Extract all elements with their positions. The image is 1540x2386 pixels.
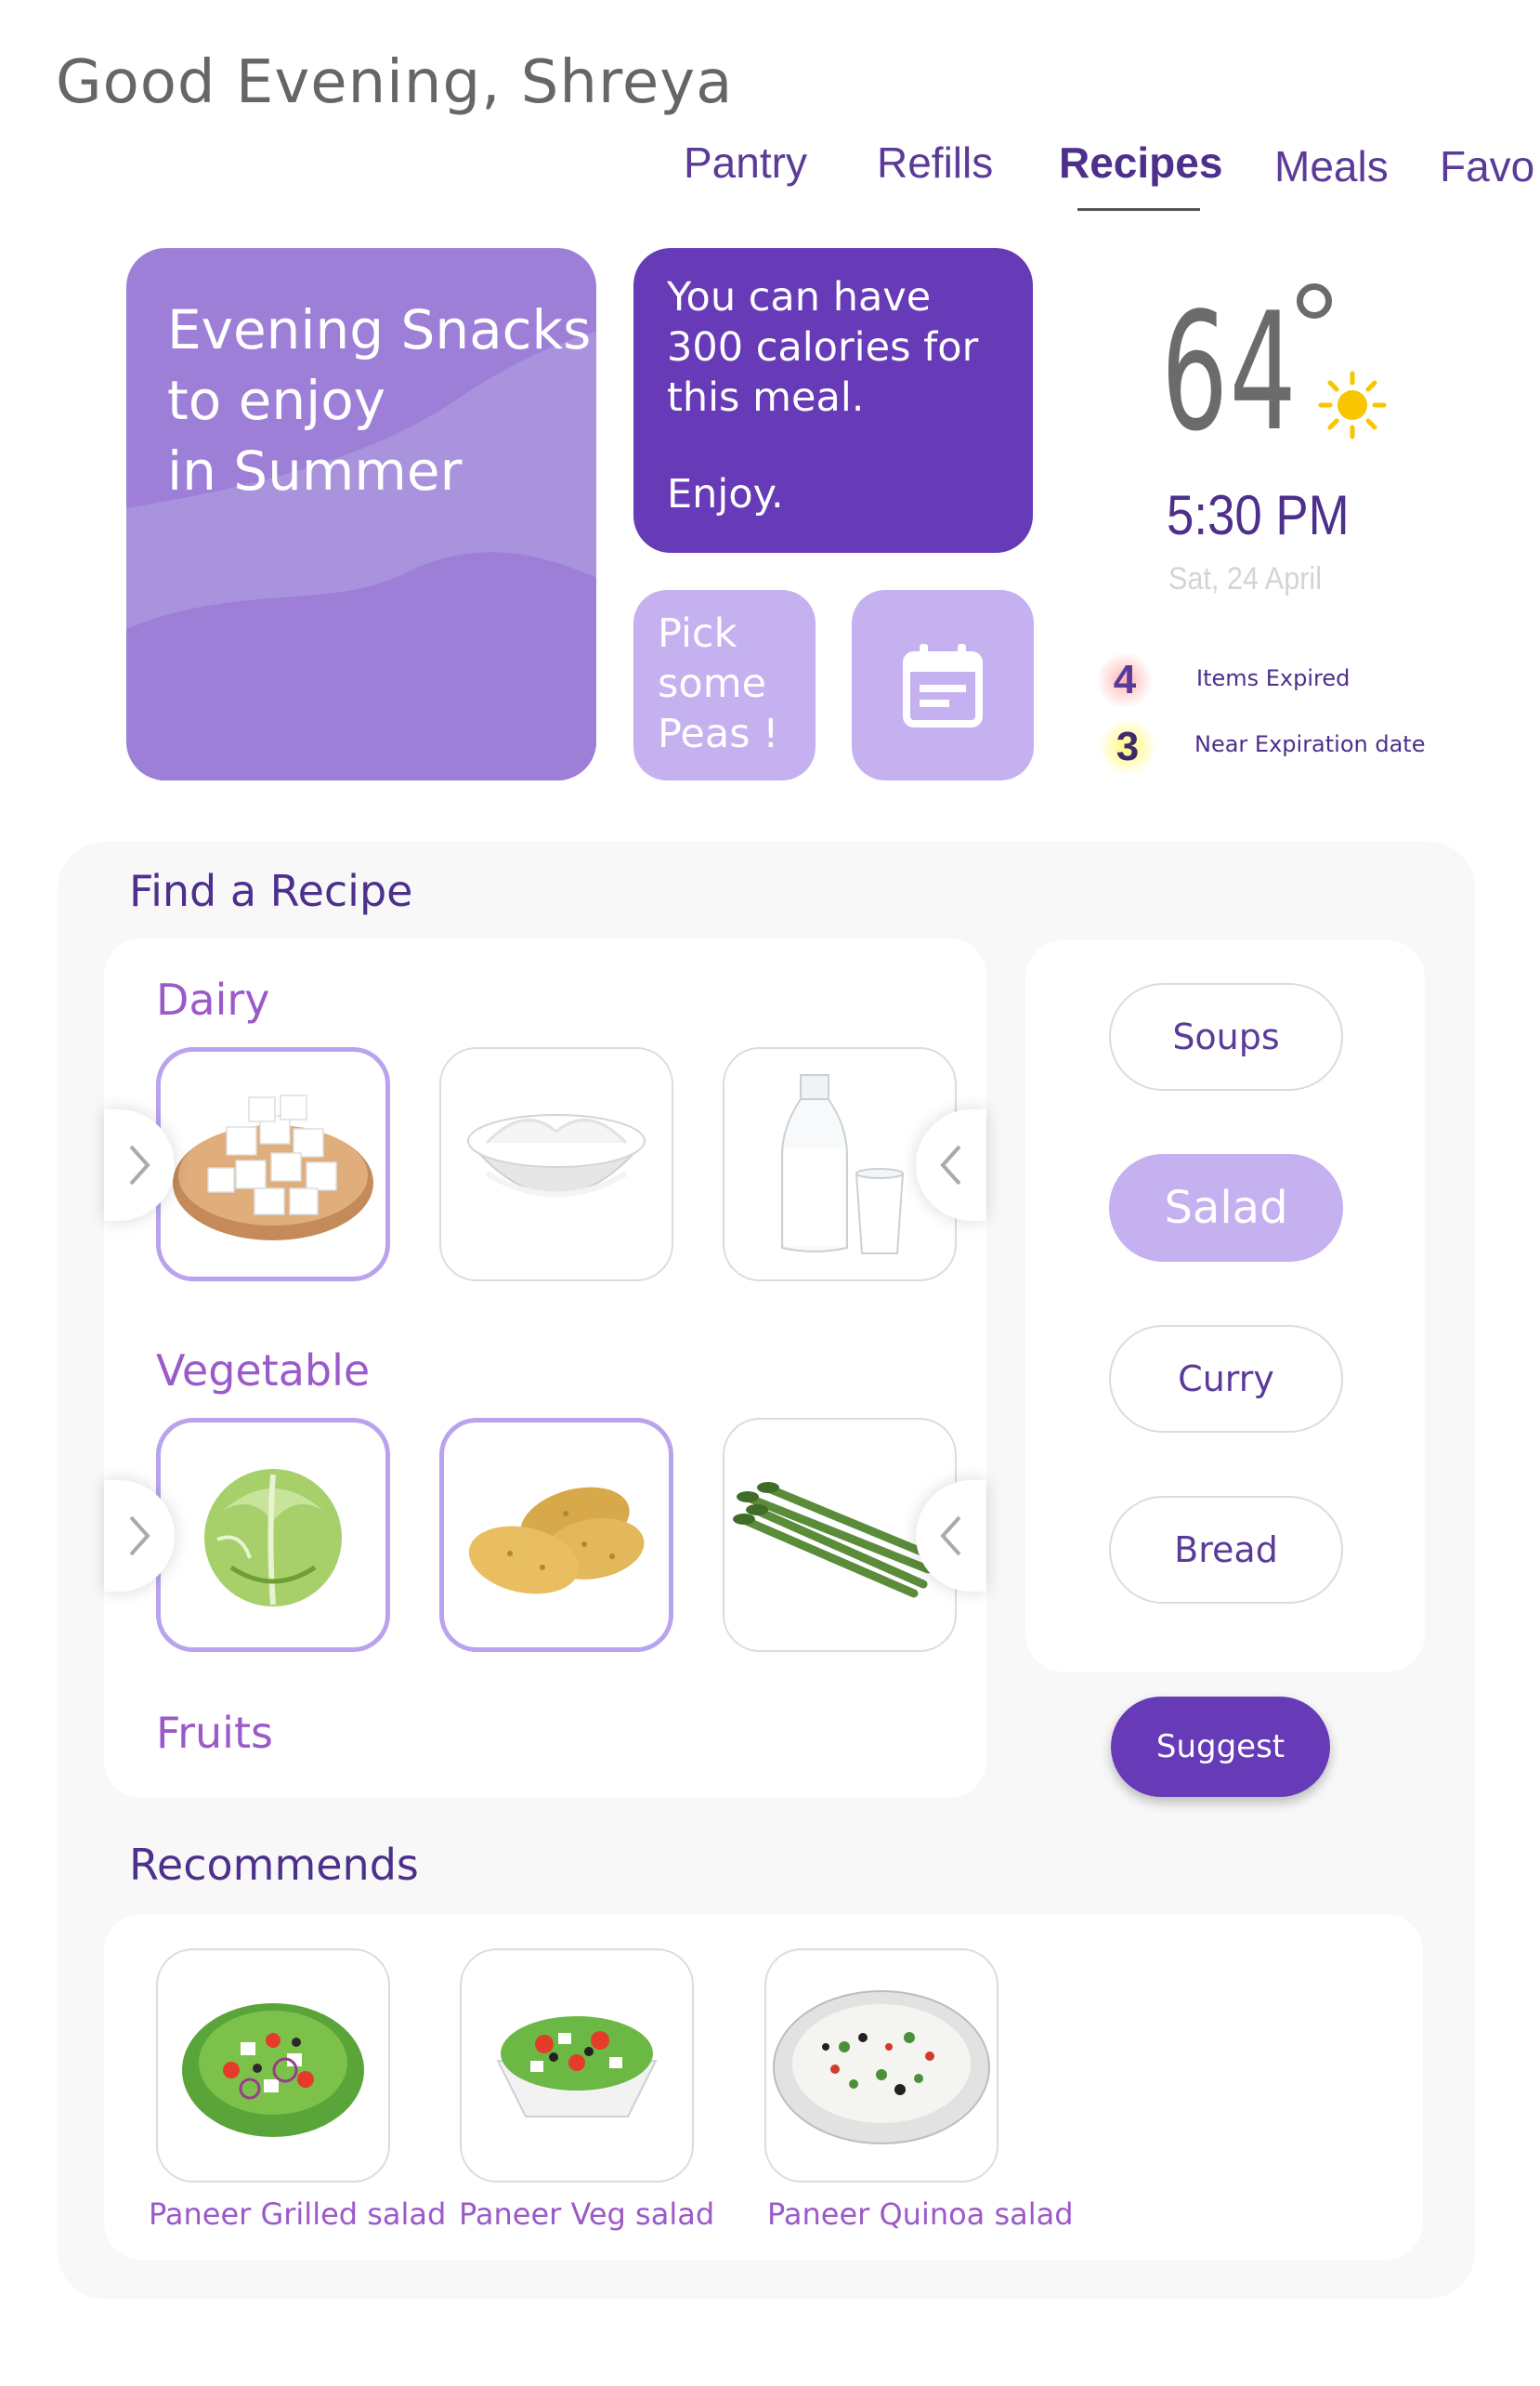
calorie-text: You can have: [667, 274, 932, 321]
promo-title: Evening Snacks to enjoy in Summer: [167, 295, 591, 506]
cabbage-image: [204, 1469, 342, 1606]
expired-count-badge[interactable]: 4: [1097, 652, 1153, 708]
expired-label[interactable]: Items Expired: [1196, 665, 1350, 691]
tab-favorites[interactable]: Favo: [1440, 141, 1534, 191]
calorie-text: 300 calories for: [667, 324, 979, 371]
filter-soups-button[interactable]: Soups: [1109, 983, 1343, 1091]
promo-line: to enjoy: [167, 369, 386, 432]
recommends-title: Recommends: [129, 1840, 419, 1890]
calorie-card[interactable]: You can have 300 calories for this meal.…: [633, 248, 1033, 553]
chevron-right-icon: [129, 1515, 150, 1556]
calendar-card[interactable]: [852, 590, 1034, 780]
promo-line: Evening Snacks: [167, 298, 592, 361]
top-nav: Pantry Refills Recipes Meals Favo: [684, 132, 1540, 216]
temperature: 64: [1161, 279, 1299, 467]
calorie-enjoy-text: Enjoy.: [667, 471, 784, 518]
potato-image: [468, 1487, 645, 1594]
ingredient-potato[interactable]: [439, 1418, 673, 1652]
current-date: Sat, 24 April: [1168, 561, 1323, 596]
category-fruits-label[interactable]: Fruits: [156, 1708, 273, 1758]
recipe-card-paneer-veg[interactable]: [460, 1948, 694, 2183]
recipe-name[interactable]: Paneer Grilled salad: [149, 2196, 446, 2232]
chevron-left-icon: [940, 1515, 961, 1556]
suggest-button[interactable]: Suggest: [1111, 1697, 1330, 1797]
ingredient-curd[interactable]: [439, 1047, 673, 1281]
asparagus-image: [733, 1482, 937, 1598]
ingredient-paneer[interactable]: [156, 1047, 390, 1281]
recipe-card-paneer-grilled[interactable]: [156, 1948, 390, 2183]
peas-tip-card[interactable]: Pick some Peas !: [633, 590, 816, 780]
recipe-name[interactable]: Paneer Veg salad: [459, 2196, 714, 2232]
recipe-name[interactable]: Paneer Quinoa salad: [767, 2196, 1074, 2232]
tab-pantry[interactable]: Pantry: [684, 138, 807, 188]
tab-recipes[interactable]: Recipes: [1059, 138, 1222, 188]
greeting-title: Good Evening, Shreya: [56, 48, 734, 117]
evening-snacks-card[interactable]: Evening Snacks to enjoy in Summer: [126, 248, 596, 780]
tip-text: Pick: [658, 610, 737, 657]
tab-refills[interactable]: Refills: [877, 138, 993, 188]
ingredient-cabbage[interactable]: [156, 1418, 390, 1652]
filter-salad-button[interactable]: Salad: [1109, 1154, 1343, 1262]
grilled-salad-image: [182, 2003, 364, 2137]
current-time: 5:30 PM: [1167, 484, 1350, 546]
filter-bread-button[interactable]: Bread: [1109, 1496, 1343, 1604]
calendar-icon: [903, 643, 983, 728]
promo-line: in Summer: [167, 439, 463, 503]
category-vegetable-label: Vegetable: [156, 1345, 371, 1396]
curd-image: [465, 1114, 647, 1198]
tip-text: Peas !: [658, 711, 779, 757]
filter-curry-button[interactable]: Curry: [1109, 1325, 1343, 1433]
tab-meals[interactable]: Meals: [1274, 141, 1389, 191]
paneer-image: [173, 1095, 373, 1240]
calorie-text: this meal.: [667, 374, 865, 421]
sun-icon: [1317, 370, 1388, 445]
milk-image: [781, 1074, 905, 1254]
near-expiry-count-badge[interactable]: 3: [1100, 719, 1155, 775]
active-tab-underline: [1077, 208, 1200, 211]
quinoa-salad-image: [773, 1990, 990, 2144]
category-dairy-label: Dairy: [156, 975, 270, 1025]
veg-salad-image: [496, 2016, 658, 2117]
degree-symbol: [1297, 283, 1332, 319]
chevron-right-icon: [129, 1145, 150, 1186]
tip-text: some: [658, 661, 767, 707]
recipe-card-paneer-quinoa[interactable]: [764, 1948, 998, 2183]
chevron-left-icon: [940, 1145, 961, 1186]
near-expiry-label[interactable]: Near Expiration date: [1194, 731, 1425, 757]
find-recipe-title: Find a Recipe: [129, 866, 413, 916]
